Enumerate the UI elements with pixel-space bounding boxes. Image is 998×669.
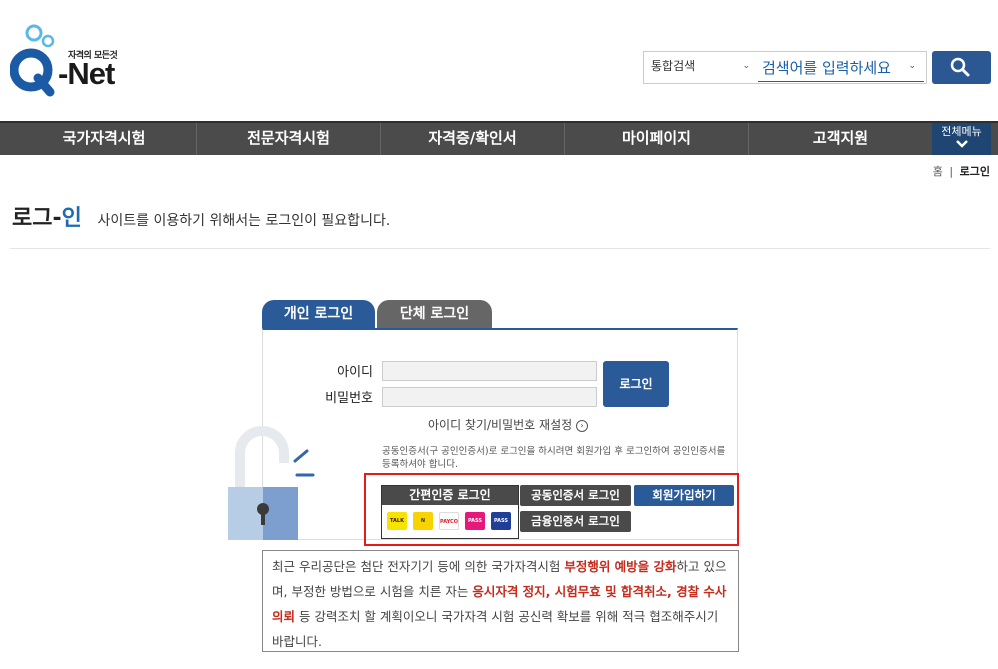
notice-text-1: 최근 우리공단은 첨단 전자기기 등에 의한 국가자격시험 (272, 559, 565, 574)
breadcrumb-separator: | (949, 165, 954, 178)
nav-item-mypage[interactable]: 마이페이지 (564, 123, 748, 155)
easy-auth-box: 간편인증 로그인 TALK N PAYCO PASS PASS (381, 485, 519, 539)
cert-notice: 공동인증서(구 공인인증서)로 로그인을 하시려면 회원가입 후 로그인하여 공… (382, 446, 726, 470)
chevron-down-icon: ⌄ (742, 61, 750, 71)
exam-integrity-notice: 최근 우리공단은 첨단 전자기기 등에 의한 국가자격시험 부정행위 예방을 강… (262, 550, 739, 652)
qnet-logo[interactable]: 자격의 모든것 -Net (10, 22, 130, 102)
payco-icon[interactable]: PAYCO (439, 512, 459, 530)
password-input[interactable] (382, 387, 597, 407)
search-icon (950, 57, 970, 77)
easy-auth-login-button[interactable]: 간편인증 로그인 (382, 486, 518, 505)
id-label: 아이디 (337, 365, 373, 380)
logo-text: -Net (58, 56, 115, 91)
title-part-b: 인 (61, 206, 82, 231)
notice-highlight-1: 부정행위 예방을 강화 (564, 559, 677, 574)
breadcrumb-home[interactable]: 홈 (933, 165, 943, 178)
search-bar: 통합검색 ⌄ ⌄ (643, 51, 927, 84)
breadcrumb-current: 로그인 (959, 165, 990, 178)
page-title: 로그-인 사이트를 이용하기 위해서는 로그인이 필요합니다. (12, 200, 390, 232)
tab-group-login[interactable]: 단체 로그인 (377, 300, 492, 328)
signup-button[interactable]: 회원가입하기 (634, 485, 734, 506)
password-label: 비밀번호 (325, 391, 373, 406)
header: 자격의 모든것 -Net 통합검색 ⌄ ⌄ (0, 0, 998, 121)
search-input[interactable] (758, 54, 924, 82)
nav-item-certificates[interactable]: 자격증/확인서 (380, 123, 564, 155)
kakao-icon[interactable]: TALK (387, 512, 407, 530)
main-nav: 국가자격시험 전문자격시험 자격증/확인서 마이페이지 고객지원 전체메뉴 (0, 121, 998, 155)
breadcrumb: 홈 | 로그인 (933, 163, 990, 179)
nav-item-support[interactable]: 고객지원 (748, 123, 932, 155)
find-account-link[interactable]: 아이디 찾기/비밀번호 재설정 › (428, 416, 588, 433)
nav-item-professional-exam[interactable]: 전문자격시험 (196, 123, 380, 155)
all-menu-label: 전체메뉴 (941, 125, 982, 138)
divider (10, 248, 990, 249)
nav-item-national-exam[interactable]: 국가자격시험 (12, 123, 196, 155)
chevron-down-icon (955, 140, 968, 148)
naver-icon[interactable]: N (413, 512, 433, 530)
chevron-right-icon: › (575, 420, 588, 432)
login-button[interactable]: 로그인 (603, 361, 669, 407)
notice-text-3: 등 강력조치 할 계획이오니 국가자격 시험 공신력 확보를 위해 적극 협조해… (272, 609, 719, 649)
tab-personal-login[interactable]: 개인 로그인 (262, 300, 375, 328)
pass-blue-icon[interactable]: PASS (491, 512, 511, 530)
title-part-a: 로그 (12, 206, 53, 231)
title-dash: - (52, 206, 62, 231)
search-scope-select[interactable]: 통합검색 ⌄ (644, 52, 756, 83)
lock-icon (225, 425, 325, 540)
search-button[interactable] (932, 51, 991, 84)
finance-cert-login-button[interactable]: 금융인증서 로그인 (520, 511, 631, 532)
page-subtitle: 사이트를 이용하기 위해서는 로그인이 필요합니다. (97, 213, 391, 229)
pass-icon[interactable]: PASS (465, 512, 485, 530)
chevron-down-icon[interactable]: ⌄ (908, 61, 916, 71)
id-input[interactable] (382, 361, 597, 381)
find-account-label: 아이디 찾기/비밀번호 재설정 (428, 418, 573, 432)
search-scope-label: 통합검색 (651, 59, 696, 73)
joint-cert-login-button[interactable]: 공동인증서 로그인 (520, 485, 631, 506)
all-menu-button[interactable]: 전체메뉴 (932, 123, 991, 155)
